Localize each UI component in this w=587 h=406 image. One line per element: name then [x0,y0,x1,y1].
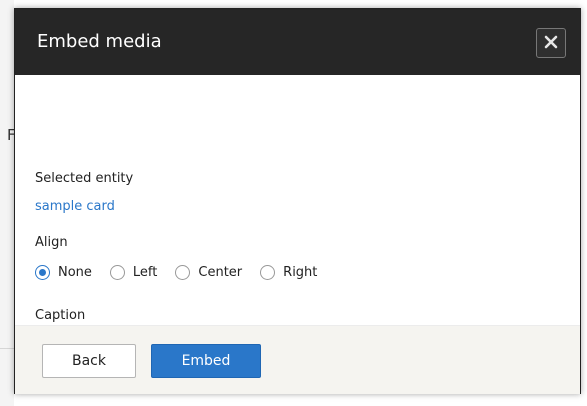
close-button[interactable] [536,28,566,58]
align-label: Align [35,235,68,250]
align-none-radio[interactable] [35,265,50,280]
close-icon [544,34,558,53]
align-left-label: Left [132,265,158,280]
background-divider [0,348,14,349]
align-none-label: None [58,265,92,280]
selected-entity-link[interactable]: sample card [35,199,115,214]
embed-button[interactable]: Embed [151,344,261,378]
align-option-right[interactable]: Right [260,265,317,280]
caption-label: Caption [35,308,86,323]
align-left-radio[interactable] [109,265,125,280]
embed-media-dialog: Embed media Selected entity sample card … [14,8,581,394]
background-page [0,0,14,406]
align-option-none[interactable]: None [35,265,92,280]
dialog-titlebar: Embed media [15,9,580,75]
align-center-radio[interactable] [175,265,191,280]
back-button[interactable]: Back [42,344,136,378]
dialog-title: Embed media [37,31,162,52]
align-radio-group: None Left Center Right [35,265,335,280]
align-center-label: Center [198,265,243,280]
selected-entity-label: Selected entity [35,171,134,186]
align-right-label: Right [283,265,318,280]
align-option-left[interactable]: Left [109,265,158,280]
align-option-center[interactable]: Center [175,265,242,280]
dialog-footer: Back Embed [15,325,580,394]
align-right-radio[interactable] [260,265,276,280]
